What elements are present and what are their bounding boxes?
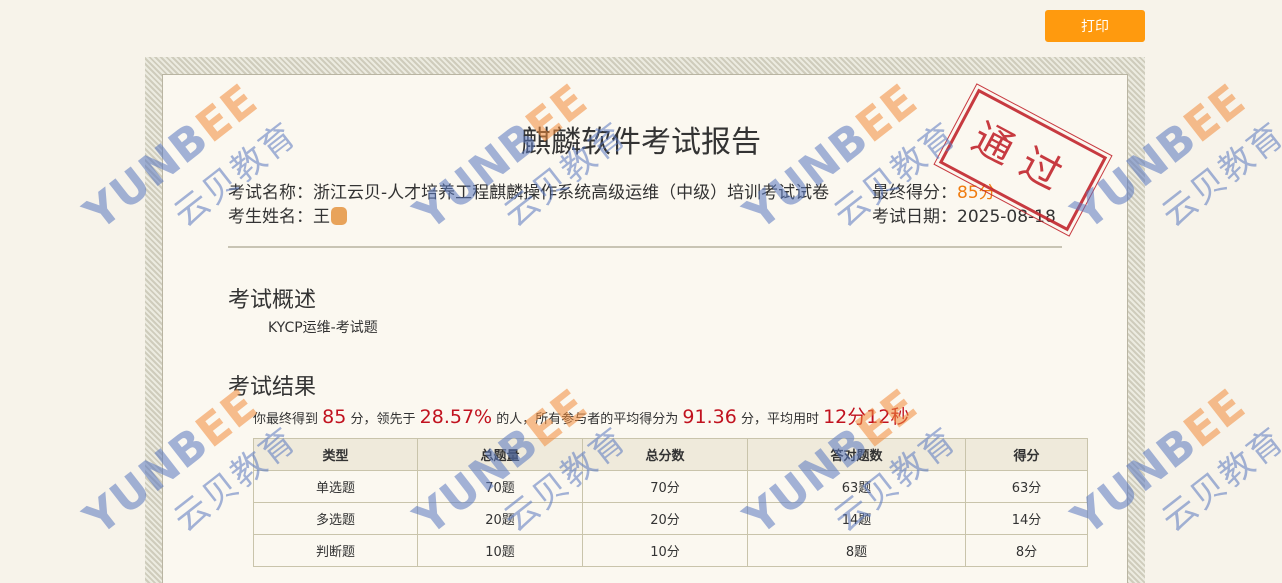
results-heading: 考试结果	[228, 375, 317, 400]
final-score-label: 最终得分：	[872, 183, 957, 203]
table-cell: 多选题	[253, 502, 418, 535]
summary-text-1: 你最终得到	[253, 412, 319, 427]
table-cell: 70分	[582, 470, 748, 503]
column-header: 得分	[965, 438, 1088, 471]
header-divider	[228, 246, 1062, 248]
table-cell: 8分	[965, 534, 1088, 567]
exam-name-label: 考试名称：	[228, 183, 313, 203]
table-header-row: 类型 总题量 总分数 答对题数 得分	[253, 438, 1088, 471]
exam-date-label: 考试日期：	[872, 207, 957, 227]
results-table: 类型 总题量 总分数 答对题数 得分 单选题 70题 70分 63题 63分 多…	[253, 438, 1088, 567]
exam-name-line: 考试名称：浙江云贝-人才培养工程麒麟操作系统高级运维（中级）培训考试试卷	[228, 178, 829, 203]
candidate-label: 考生姓名：	[228, 207, 313, 227]
table-row: 判断题 10题 10分 8题 8分	[253, 534, 1088, 567]
summary-text-4: 分，平均用时	[740, 412, 819, 427]
table-row: 单选题 70题 70分 63题 63分	[253, 470, 1088, 503]
name-redaction-mark	[331, 207, 347, 225]
table-cell: 10分	[582, 534, 748, 567]
column-header: 答对题数	[747, 438, 966, 471]
column-header: 类型	[253, 438, 418, 471]
table-row: 多选题 20题 20分 14题 14分	[253, 502, 1088, 535]
summary-average: 91.36	[682, 406, 737, 428]
table-cell: 63题	[747, 470, 966, 503]
table-cell: 14题	[747, 502, 966, 535]
results-summary: 你最终得到 85 分，领先于 28.57% 的人，所有参与者的平均得分为 91.…	[253, 402, 909, 429]
exam-name: 浙江云贝-人才培养工程麒麟操作系统高级运维（中级）培训考试试卷	[313, 183, 830, 203]
summary-percent: 28.57%	[419, 406, 493, 428]
summary-text-2: 分，领先于	[350, 412, 416, 427]
report-page: 打印 麒麟软件考试报告 考试名称：浙江云贝-人才培养工程麒麟操作系统高级运维（中…	[0, 0, 1282, 583]
table-cell: 8题	[747, 534, 966, 567]
table-cell: 63分	[965, 470, 1088, 503]
print-button[interactable]: 打印	[1045, 10, 1145, 42]
summary-score: 85	[322, 406, 347, 428]
table-cell: 单选题	[253, 470, 418, 503]
table-cell: 14分	[965, 502, 1088, 535]
table-cell: 20题	[417, 502, 583, 535]
candidate-line: 考生姓名：王	[228, 202, 347, 227]
table-cell: 20分	[582, 502, 748, 535]
candidate-name: 王	[313, 207, 330, 227]
column-header: 总分数	[582, 438, 748, 471]
summary-time: 12分12秒	[823, 406, 910, 428]
table-cell: 70题	[417, 470, 583, 503]
column-header: 总题量	[417, 438, 583, 471]
summary-text-3: 的人，所有参与者的平均得分为	[496, 412, 679, 427]
overview-heading: 考试概述	[228, 288, 317, 313]
table-cell: 10题	[417, 534, 583, 567]
table-cell: 判断题	[253, 534, 418, 567]
overview-text: KYCP运维-考试题	[268, 320, 378, 336]
